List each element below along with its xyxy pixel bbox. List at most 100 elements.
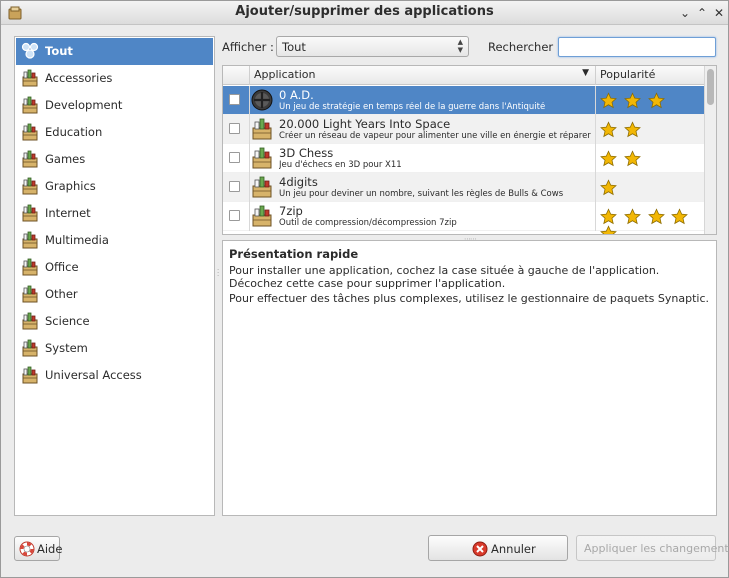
category-package-icon	[22, 258, 38, 276]
sidebar-item-label: Education	[45, 125, 103, 139]
help-button[interactable]: Aide	[14, 536, 63, 561]
column-divider	[249, 115, 250, 144]
sidebar-item-label: Graphics	[45, 179, 96, 193]
category-list: Tout Accessories Development Education G…	[14, 36, 215, 516]
sidebar-item-office[interactable]: Office	[16, 254, 213, 281]
help-button-label: Aide	[37, 542, 63, 556]
search-label: Rechercher :	[488, 40, 561, 54]
star-icon	[647, 92, 665, 109]
sidebar-item-accessories[interactable]: Accessories	[16, 65, 213, 92]
table-scrollbar[interactable]	[704, 66, 716, 234]
sidebar-resize-grip[interactable]: · · ·	[217, 267, 219, 280]
category-package-icon	[22, 285, 38, 303]
all-categories-icon	[21, 42, 39, 59]
checkbox-column-header[interactable]	[223, 66, 250, 85]
application-name: 20.000 Light Years Into Space	[279, 117, 451, 131]
table-row[interactable]: 0 A.D. Un jeu de stratégie en temps réel…	[223, 86, 705, 115]
maximize-icon[interactable]: ⌃	[694, 5, 710, 21]
application-name: 0 A.D.	[279, 88, 314, 102]
table-row[interactable]: 3D Chess Jeu d'échecs en 3D pour X11	[223, 144, 705, 173]
sidebar-item-development[interactable]: Development	[16, 92, 213, 119]
close-icon[interactable]: ✕	[711, 5, 727, 21]
application-description: Outil de compression/décompression 7zip	[279, 218, 457, 228]
application-column-header[interactable]: Application ▼	[250, 66, 596, 85]
sidebar-item-internet[interactable]: Internet	[16, 200, 213, 227]
show-dropdown[interactable]: Tout ▲ ▼	[276, 36, 469, 57]
table-row[interactable]: 4digits Un jeu pour deviner un nombre, s…	[223, 173, 705, 202]
sidebar-item-multimedia[interactable]: Multimedia	[16, 227, 213, 254]
search-input[interactable]	[558, 37, 716, 57]
category-package-icon	[22, 339, 38, 357]
install-checkbox[interactable]	[229, 152, 240, 163]
sidebar-item-label: Tout	[45, 44, 73, 58]
cancel-button[interactable]: Annuler	[428, 535, 568, 561]
package-icon	[252, 147, 272, 169]
window-title: Ajouter/supprimer des applications	[235, 4, 494, 19]
sidebar-item-games[interactable]: Games	[16, 146, 213, 173]
title-bar: Ajouter/supprimer des applications ⌄ ⌃ ✕	[1, 1, 728, 25]
description-pane: Présentation rapide Pour installer une a…	[222, 240, 717, 516]
star-icon	[647, 208, 665, 225]
popularity-rating	[600, 92, 668, 109]
install-checkbox[interactable]	[229, 94, 240, 105]
sidebar-item-label: System	[45, 341, 88, 355]
sidebar-item-system[interactable]: System	[16, 335, 213, 362]
sidebar-item-label: Internet	[45, 206, 91, 220]
application-description: Créer un réseau de vapeur pour alimenter…	[279, 131, 591, 141]
table-header: Application ▼ Popularité	[223, 66, 705, 85]
install-checkbox[interactable]	[229, 123, 240, 134]
star-icon	[623, 150, 641, 167]
sidebar-item-universal-access[interactable]: Universal Access	[16, 362, 213, 389]
sidebar-item-label: Development	[45, 98, 123, 112]
category-package-icon	[22, 366, 38, 384]
column-divider	[249, 144, 250, 173]
category-package-icon	[22, 123, 38, 141]
column-divider	[595, 144, 596, 173]
sidebar-item-education[interactable]: Education	[16, 119, 213, 146]
apply-changes-button[interactable]: Appliquer les changements	[576, 535, 729, 561]
description-paragraph-install: Pour installer une application, cochez l…	[229, 264, 660, 290]
category-package-icon	[22, 231, 38, 249]
category-package-icon	[22, 150, 38, 168]
sidebar-item-label: Other	[45, 287, 78, 301]
star-icon	[600, 150, 617, 167]
scrollbar-thumb[interactable]	[707, 69, 714, 105]
column-divider	[595, 86, 596, 115]
applications-table: Application ▼ Popularité 0 A.D. Un jeu d…	[222, 65, 717, 235]
package-icon	[252, 205, 272, 227]
sidebar-item-graphics[interactable]: Graphics	[16, 173, 213, 200]
show-dropdown-value: Tout	[282, 40, 306, 54]
popularity-column-header[interactable]: Popularité	[596, 66, 705, 85]
cancel-icon	[472, 541, 488, 557]
star-icon	[600, 121, 617, 138]
popularity-rating	[600, 179, 620, 196]
sort-down-icon: ▼	[582, 68, 589, 78]
category-package-icon	[22, 204, 38, 222]
application-column-label: Application	[254, 68, 316, 81]
column-divider	[249, 86, 250, 115]
sidebar-item-tout[interactable]: Tout	[16, 38, 213, 65]
popularity-rating	[600, 208, 705, 234]
sidebar-item-label: Accessories	[45, 71, 113, 85]
sidebar-item-label: Universal Access	[45, 368, 142, 382]
sidebar-item-other[interactable]: Other	[16, 281, 213, 308]
install-checkbox[interactable]	[229, 181, 240, 192]
lifebuoy-icon	[19, 541, 35, 557]
application-name: 3D Chess	[279, 146, 334, 160]
category-package-icon	[22, 96, 38, 114]
sidebar-item-science[interactable]: Science	[16, 308, 213, 335]
description-paragraph-synaptic: Pour effectuer des tâches plus complexes…	[229, 292, 709, 305]
star-icon	[600, 179, 617, 196]
sidebar-item-label: Science	[45, 314, 90, 328]
star-icon	[623, 121, 641, 138]
install-checkbox[interactable]	[229, 210, 240, 221]
table-row[interactable]: 7zip Outil de compression/décompression …	[223, 202, 705, 234]
table-row[interactable]: 20.000 Light Years Into Space Créer un r…	[223, 115, 705, 144]
package-icon	[252, 176, 272, 198]
application-description: Jeu d'échecs en 3D pour X11	[279, 160, 402, 170]
minimize-icon[interactable]: ⌄	[677, 5, 693, 21]
popularity-rating	[600, 150, 644, 167]
sidebar-item-label: Multimedia	[45, 233, 109, 247]
application-description: Un jeu de stratégie en temps réel de la …	[279, 102, 546, 112]
star-icon	[600, 92, 617, 109]
